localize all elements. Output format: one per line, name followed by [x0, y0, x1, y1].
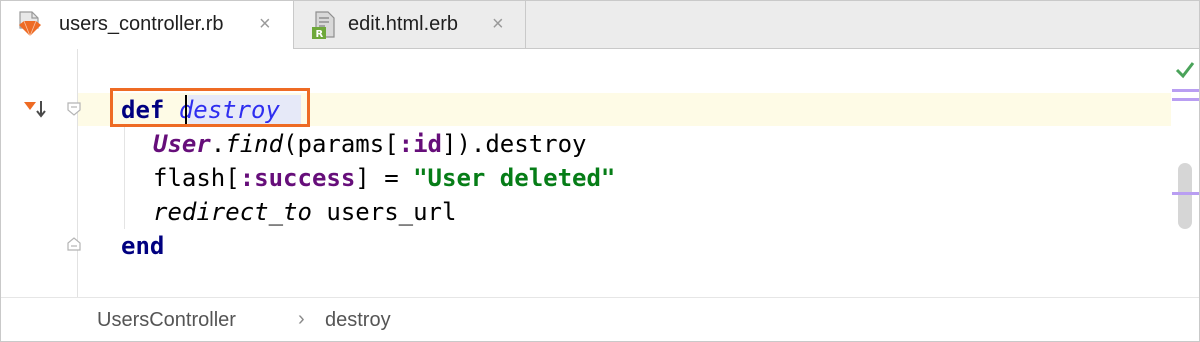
close-tab-icon[interactable]: ×: [492, 13, 504, 35]
breadcrumb-item-method[interactable]: destroy: [325, 309, 391, 332]
tab-edit-html-erb[interactable]: R edit.html.erb ×: [294, 1, 526, 48]
erb-template-icon: R: [312, 11, 335, 39]
code-editor[interactable]: def destroy User.find(params[:id]).destr…: [1, 49, 1199, 297]
string-literal: "User deleted": [413, 164, 616, 192]
tab-label: edit.html.erb: [348, 13, 459, 35]
code-line-5: end: [121, 229, 164, 263]
tab-users-controller[interactable]: users_controller.rb ×: [1, 1, 294, 49]
editor-window: users_controller.rb × R edit.html.erb ×: [0, 0, 1200, 342]
usage-marker[interactable]: [1172, 98, 1199, 101]
symbol-id: :id: [398, 130, 442, 158]
symbol-success: :success: [239, 164, 356, 192]
code-line-2: User.find(params[:id]).destroy: [153, 130, 587, 158]
close-tab-icon[interactable]: ×: [259, 13, 271, 35]
no-problems-check-icon[interactable]: [1175, 61, 1195, 79]
code-line-4: redirect_to users_url: [153, 198, 457, 226]
call-redirect-to: redirect_to: [153, 198, 312, 226]
breadcrumb: UsersController › destroy: [1, 297, 1199, 341]
constant-user: User: [153, 130, 211, 158]
callout-highlight-box: [110, 88, 310, 127]
chevron-right-icon: ›: [298, 308, 305, 330]
breadcrumb-item-class[interactable]: UsersController: [97, 309, 236, 332]
tab-label: users_controller.rb: [59, 13, 224, 35]
ruby-controller-icon: [19, 11, 41, 38]
keyword-end: end: [121, 232, 165, 260]
erb-badge-letter: R: [316, 29, 324, 39]
usage-marker[interactable]: [1172, 192, 1199, 195]
tab-bar: users_controller.rb × R edit.html.erb ×: [1, 1, 1199, 49]
vertical-scrollbar-thumb[interactable]: [1178, 163, 1192, 229]
code-content[interactable]: def destroy User.find(params[:id]).destr…: [1, 49, 1171, 297]
call-find: find: [225, 130, 284, 158]
code-line-3: flash[:success] = "User deleted": [153, 164, 616, 192]
usage-marker[interactable]: [1172, 89, 1199, 92]
